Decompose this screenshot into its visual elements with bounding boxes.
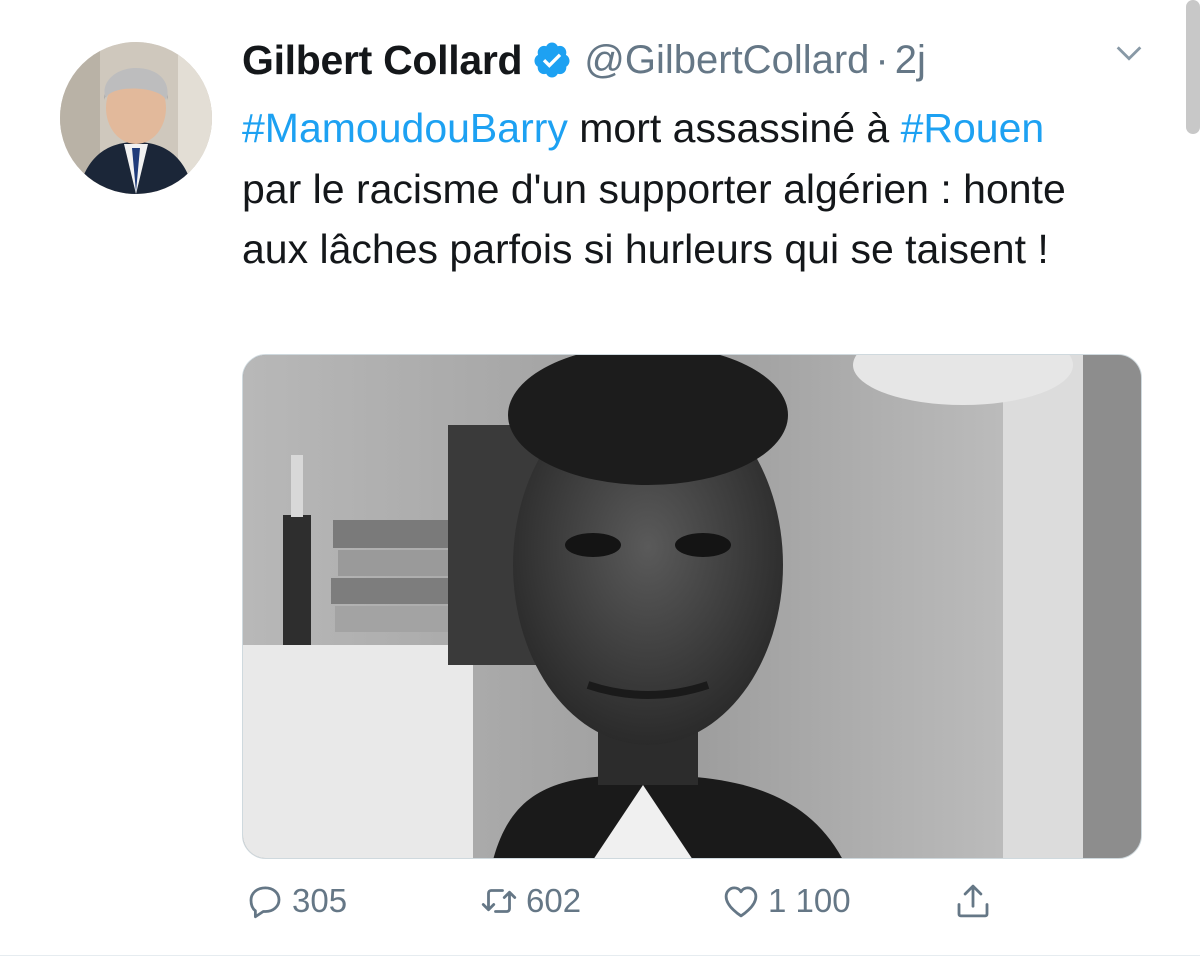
- verified-badge-icon: [532, 40, 572, 80]
- hashtag-link[interactable]: #Rouen: [901, 105, 1045, 151]
- portrait-photo: [243, 355, 1141, 858]
- tweet-text-segment: par le racisme d'un supporter algérien :…: [242, 165, 1066, 273]
- retweet-icon: [481, 889, 517, 913]
- reply-count: 305: [292, 882, 348, 919]
- tweet-actions: 305 602 1 100: [0, 880, 1200, 940]
- handle[interactable]: @GilbertCollard: [584, 38, 869, 83]
- like-button[interactable]: 1 100: [720, 880, 851, 922]
- separator-dot: ·: [875, 37, 889, 82]
- retweet-button[interactable]: 602: [478, 880, 581, 922]
- share-button[interactable]: [952, 880, 994, 922]
- timestamp[interactable]: 2j: [895, 38, 926, 83]
- reply-icon: [249, 886, 281, 919]
- tweet-header: Gilbert Collard @GilbertCollard · 2j: [242, 30, 926, 90]
- scrollbar-thumb[interactable]: [1186, 0, 1200, 134]
- like-count: 1 100: [768, 882, 851, 919]
- heart-icon: [724, 886, 758, 918]
- share-icon: [957, 884, 989, 918]
- display-name[interactable]: Gilbert Collard: [242, 37, 523, 84]
- avatar[interactable]: [60, 42, 212, 194]
- retweet-count: 602: [526, 882, 582, 919]
- tweet-text-segment: mort assassiné à: [567, 105, 901, 151]
- divider: [0, 955, 1200, 956]
- avatar-photo: [60, 42, 212, 194]
- hashtag-link[interactable]: #MamoudouBarry: [242, 105, 568, 151]
- tweet-text: #MamoudouBarry mort assassiné à #Rouen p…: [242, 98, 1102, 280]
- chevron-down-icon[interactable]: [1112, 36, 1146, 70]
- reply-button[interactable]: 305: [244, 880, 347, 922]
- tweet-media-photo[interactable]: [242, 354, 1142, 859]
